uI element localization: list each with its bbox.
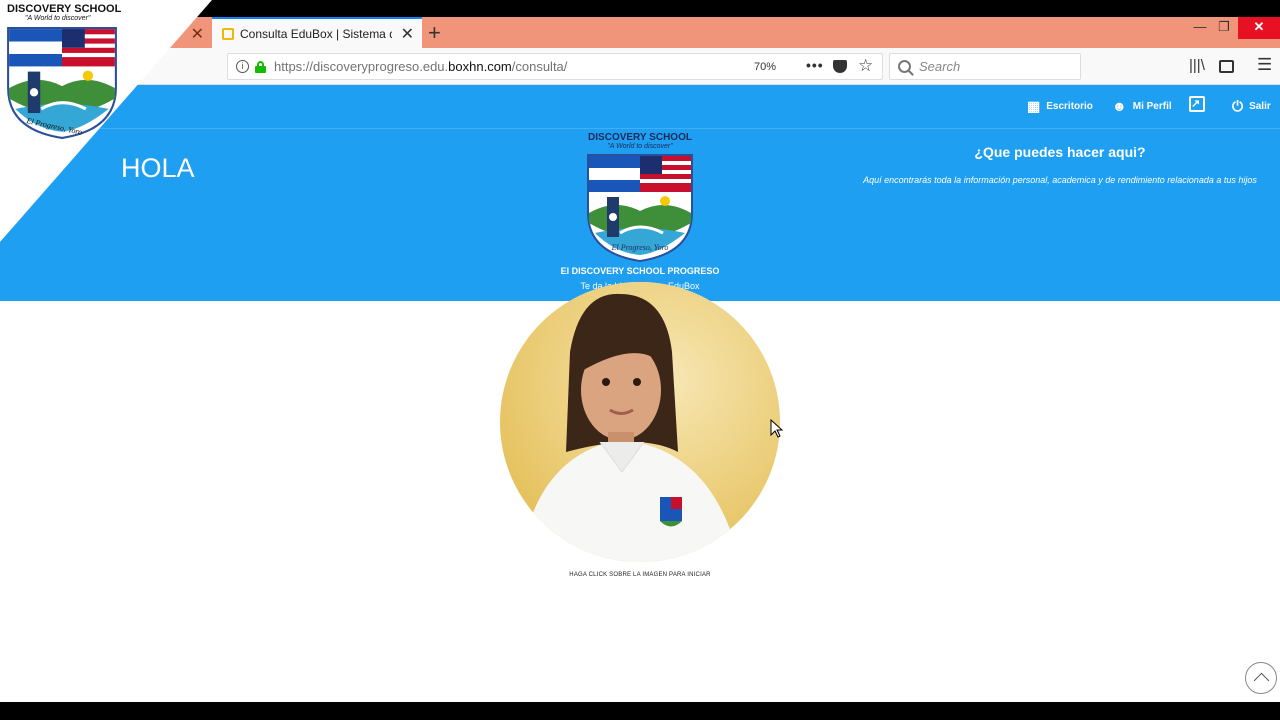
nav-mi-perfil[interactable]: ☻ Mi Perfil	[1112, 98, 1172, 114]
edubox-favicon-icon	[222, 27, 234, 40]
nav-salir[interactable]: ⏻ Salir	[1232, 98, 1271, 115]
search-bar[interactable]: Search	[889, 53, 1081, 80]
crest-caption: El Progreso, Yoro	[611, 243, 669, 252]
watermark-school-name: DISCOVERY SCHOOL	[7, 3, 122, 15]
info-description: Aquí encontrarás toda la información per…	[863, 175, 1257, 185]
hamburger-menu-icon[interactable]: ☰	[1257, 55, 1272, 75]
school-watermark: DISCOVERY SCHOOL "A World to discover" E…	[0, 0, 215, 250]
scroll-to-top-button[interactable]	[1245, 662, 1277, 694]
nav-escritorio-label: Escritorio	[1046, 101, 1093, 112]
page-actions-icon[interactable]: •••	[806, 57, 824, 73]
user-icon: ☻	[1112, 98, 1127, 114]
student-photo[interactable]	[500, 282, 780, 562]
dashboard-icon: ▦	[1027, 98, 1041, 114]
school-name: DISCOVERY SCHOOL	[588, 132, 692, 143]
tab-active[interactable]: Consulta EduBox | Sistema de Administrac…	[212, 17, 422, 48]
screen-bottom-bar	[0, 702, 1280, 720]
library-icon[interactable]: |||\	[1189, 57, 1205, 74]
nav-escritorio[interactable]: ▦ Escritorio	[1027, 98, 1093, 115]
tab-title: Consulta EduBox | Sistema de Administrac…	[240, 26, 392, 41]
search-placeholder: Search	[919, 59, 961, 74]
zoom-level[interactable]: 70%	[754, 61, 776, 73]
student-portrait-image	[500, 282, 780, 562]
nav-salir-label: Salir	[1249, 101, 1271, 112]
external-link-icon[interactable]: ↗	[1189, 96, 1205, 112]
watermark-motto: "A World to discover"	[25, 15, 91, 22]
search-icon	[898, 60, 911, 73]
restore-icon[interactable]: ❐	[1210, 17, 1238, 39]
pocket-icon[interactable]	[833, 60, 847, 73]
lock-icon[interactable]	[255, 60, 266, 73]
mouse-cursor-icon	[770, 419, 784, 438]
sidebar-icon[interactable]	[1219, 60, 1234, 73]
bookmark-star-icon[interactable]: ☆	[858, 56, 873, 76]
nav-mi-perfil-label: Mi Perfil	[1132, 100, 1172, 112]
power-icon: ⏻	[1232, 98, 1244, 114]
info-icon[interactable]: i	[236, 60, 249, 73]
window-close-button[interactable]: ✕	[1238, 17, 1280, 39]
click-hint: HAGA CLICK SOBRE LA IMAGEN PARA INICIAR	[569, 572, 711, 578]
new-tab-button[interactable]: +	[428, 20, 441, 46]
close-tab-icon[interactable]: ✕	[401, 24, 414, 44]
url-text[interactable]: https://discoveryprogreso.edu.boxhn.com/…	[274, 59, 567, 74]
address-bar[interactable]: i https://discoveryprogreso.edu.boxhn.co…	[227, 53, 883, 80]
school-motto: "A World to discover"	[607, 143, 673, 150]
welcome-line-1: El DISCOVERY SCHOOL PROGRESO	[560, 266, 720, 276]
info-title: ¿Que puedes hacer aqui?	[974, 144, 1146, 160]
